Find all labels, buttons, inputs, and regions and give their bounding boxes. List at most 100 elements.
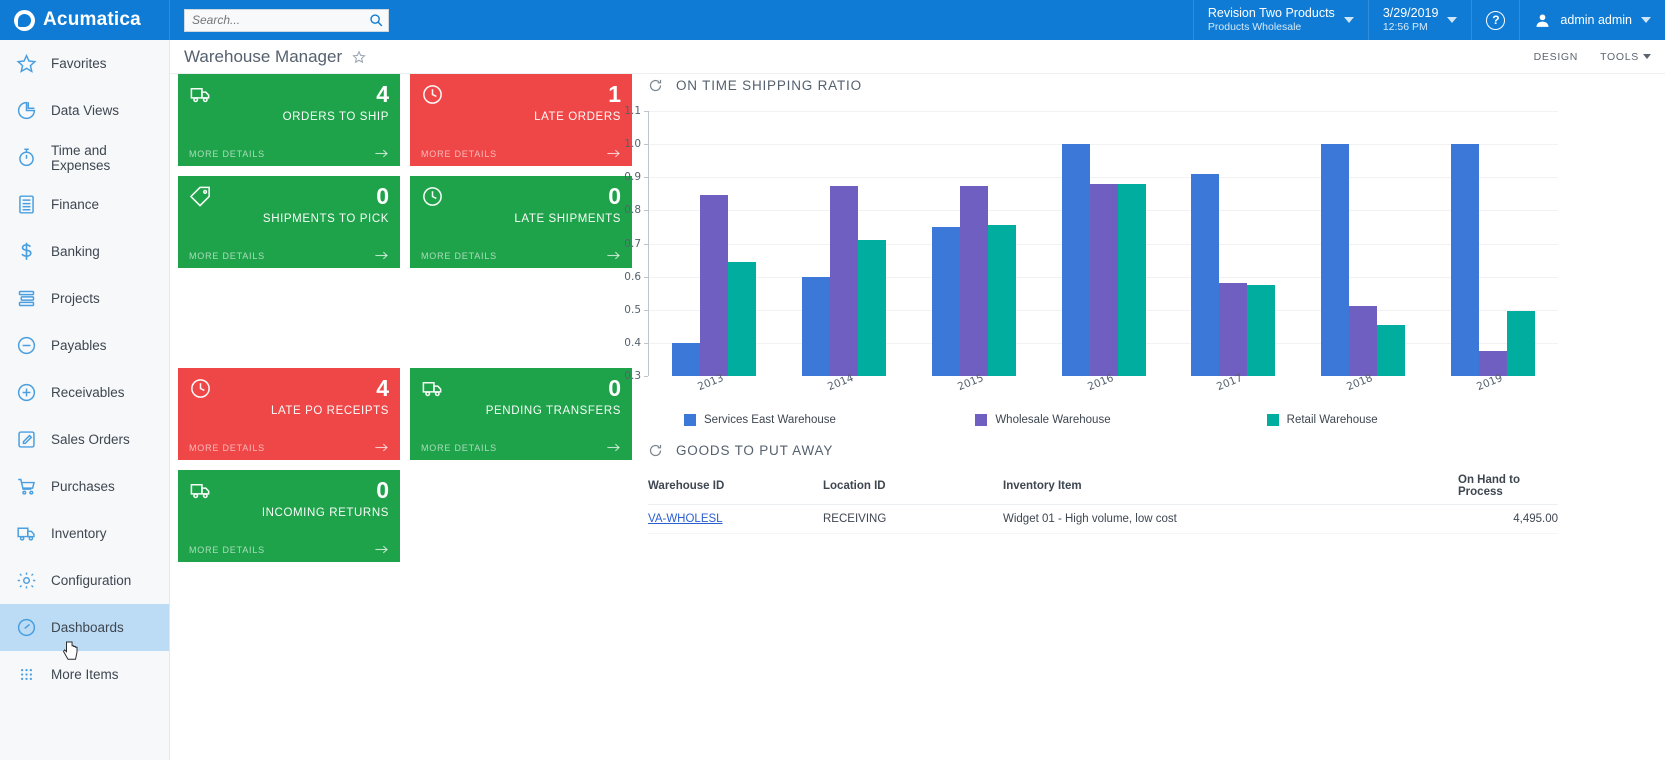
tile-top: 1 xyxy=(421,83,621,106)
bar[interactable] xyxy=(1349,306,1377,376)
kpi-tile-late-po-receipts[interactable]: 4LATE PO RECEIPTSMORE DETAILS xyxy=(178,368,400,460)
cart-icon xyxy=(16,476,37,497)
x-axis-tick-label: 2017 xyxy=(1215,372,1244,393)
bar[interactable] xyxy=(728,262,756,376)
sidebar-item-receivables[interactable]: Receivables xyxy=(0,369,169,416)
bar[interactable] xyxy=(932,227,960,376)
brand-name: Acumatica xyxy=(43,9,141,31)
arrow-right-icon[interactable] xyxy=(606,148,621,159)
bar-group-2018 xyxy=(1298,144,1428,376)
tile-top: 0 xyxy=(421,377,621,400)
tile-label: ORDERS TO SHIP xyxy=(189,111,389,123)
sidebar-item-payables[interactable]: Payables xyxy=(0,322,169,369)
warehouse-id-link[interactable]: VA-WHOLESL xyxy=(648,513,723,525)
more-details-label: MORE DETAILS xyxy=(421,443,497,453)
refresh-icon[interactable] xyxy=(648,443,663,458)
tools-button[interactable]: TOOLS xyxy=(1600,51,1651,63)
sidebar: Favorites Data Views Time and Expenses F… xyxy=(0,40,170,760)
column-header[interactable]: Location ID xyxy=(823,474,1003,505)
sidebar-item-configuration[interactable]: Configuration xyxy=(0,557,169,604)
bar[interactable] xyxy=(830,186,858,376)
company-selector[interactable]: Revision Two Products Products Wholesale xyxy=(1193,0,1368,40)
tile-label: INCOMING RETURNS xyxy=(189,507,389,519)
kpi-tile-orders-to-ship[interactable]: 4 ORDERS TO SHIP MORE DETAILS xyxy=(178,74,400,166)
bar[interactable] xyxy=(1090,184,1118,376)
column-header[interactable]: On Hand to Process xyxy=(1458,474,1558,505)
current-date: 3/29/2019 xyxy=(1383,6,1439,22)
truck-icon xyxy=(16,523,37,544)
legend-item[interactable]: Services East Warehouse xyxy=(684,414,975,426)
arrow-right-icon[interactable] xyxy=(606,250,621,261)
arrow-right-icon[interactable] xyxy=(374,544,389,555)
tile-value: 4 xyxy=(376,83,389,106)
bar[interactable] xyxy=(1247,285,1275,376)
bar[interactable] xyxy=(1191,174,1219,376)
search-icon[interactable] xyxy=(369,13,383,27)
sidebar-item-favorites[interactable]: Favorites xyxy=(0,40,169,87)
legend-item[interactable]: Wholesale Warehouse xyxy=(975,414,1266,426)
arrow-right-icon[interactable] xyxy=(374,250,389,261)
chevron-down-icon xyxy=(1643,54,1651,59)
kpi-tile-pending-transfers[interactable]: 0PENDING TRANSFERSMORE DETAILS xyxy=(410,368,632,460)
sidebar-item-banking[interactable]: Banking xyxy=(0,228,169,275)
refresh-icon[interactable] xyxy=(648,78,663,93)
tile-footer[interactable]: MORE DETAILS xyxy=(421,148,621,159)
tile-footer[interactable]: MORE DETAILS xyxy=(189,250,389,261)
bar[interactable] xyxy=(1219,283,1247,376)
bar[interactable] xyxy=(700,195,728,376)
bar[interactable] xyxy=(1507,311,1535,376)
bar[interactable] xyxy=(1377,325,1405,376)
favorite-star-icon[interactable] xyxy=(352,50,366,64)
arrow-right-icon[interactable] xyxy=(374,442,389,453)
bar[interactable] xyxy=(1479,351,1507,376)
help-button[interactable]: ? xyxy=(1471,0,1519,40)
tile-footer[interactable]: MORE DETAILS xyxy=(189,148,389,159)
search-input[interactable] xyxy=(184,9,389,32)
x-axis-tick-label: 2013 xyxy=(696,372,725,393)
arrow-right-icon[interactable] xyxy=(374,148,389,159)
brand-logo[interactable]: Acumatica xyxy=(0,0,170,40)
clock-icon xyxy=(421,83,444,106)
goods-to-put-away-widget: GOODS TO PUT AWAY Warehouse IDLocation I… xyxy=(648,443,1558,534)
kpi-tile-shipments-to-pick[interactable]: 0SHIPMENTS TO PICKMORE DETAILS xyxy=(178,176,400,268)
bar[interactable] xyxy=(1451,144,1479,376)
chevron-down-icon[interactable] xyxy=(1641,17,1651,23)
sidebar-item-projects[interactable]: Projects xyxy=(0,275,169,322)
y-axis-tick-label: 0.6 xyxy=(624,271,641,283)
sidebar-item-purchases[interactable]: Purchases xyxy=(0,463,169,510)
bar[interactable] xyxy=(672,343,700,376)
sidebar-item-data-views[interactable]: Data Views xyxy=(0,87,169,134)
gauge-icon xyxy=(16,617,37,638)
help-icon[interactable]: ? xyxy=(1486,11,1505,30)
column-header[interactable]: Warehouse ID xyxy=(648,474,823,505)
date-time-selector[interactable]: 3/29/2019 12:56 PM xyxy=(1368,0,1472,40)
user-menu[interactable]: admin admin xyxy=(1519,0,1665,40)
sidebar-item-time-and-expenses[interactable]: Time and Expenses xyxy=(0,134,169,181)
sidebar-item-more-items[interactable]: More Items xyxy=(0,651,169,698)
chevron-down-icon[interactable] xyxy=(1447,17,1457,23)
column-header[interactable]: Inventory Item xyxy=(1003,474,1458,505)
bar[interactable] xyxy=(960,186,988,376)
kpi-tile-incoming-returns[interactable]: 0INCOMING RETURNSMORE DETAILS xyxy=(178,470,400,562)
bar[interactable] xyxy=(802,277,830,376)
sidebar-item-sales-orders[interactable]: Sales Orders xyxy=(0,416,169,463)
bar[interactable] xyxy=(1062,144,1090,376)
bar[interactable] xyxy=(1118,184,1146,376)
kpi-tile-late-orders[interactable]: 1LATE ORDERSMORE DETAILS xyxy=(410,74,632,166)
table-row[interactable]: VA-WHOLESLRECEIVINGWidget 01 - High volu… xyxy=(648,505,1558,534)
bar[interactable] xyxy=(988,225,1016,376)
bar[interactable] xyxy=(1321,144,1349,376)
tile-footer[interactable]: MORE DETAILS xyxy=(421,442,621,453)
tile-footer[interactable]: MORE DETAILS xyxy=(189,544,389,555)
bar[interactable] xyxy=(858,240,886,376)
tile-footer[interactable]: MORE DETAILS xyxy=(421,250,621,261)
legend-item[interactable]: Retail Warehouse xyxy=(1267,414,1558,426)
kpi-tile-late-shipments[interactable]: 0LATE SHIPMENTSMORE DETAILS xyxy=(410,176,632,268)
sidebar-item-dashboards[interactable]: Dashboards xyxy=(0,604,169,651)
sidebar-item-inventory[interactable]: Inventory xyxy=(0,510,169,557)
tile-footer[interactable]: MORE DETAILS xyxy=(189,442,389,453)
arrow-right-icon[interactable] xyxy=(606,442,621,453)
sidebar-item-finance[interactable]: Finance xyxy=(0,181,169,228)
design-button[interactable]: DESIGN xyxy=(1534,51,1578,63)
chevron-down-icon[interactable] xyxy=(1344,17,1354,23)
